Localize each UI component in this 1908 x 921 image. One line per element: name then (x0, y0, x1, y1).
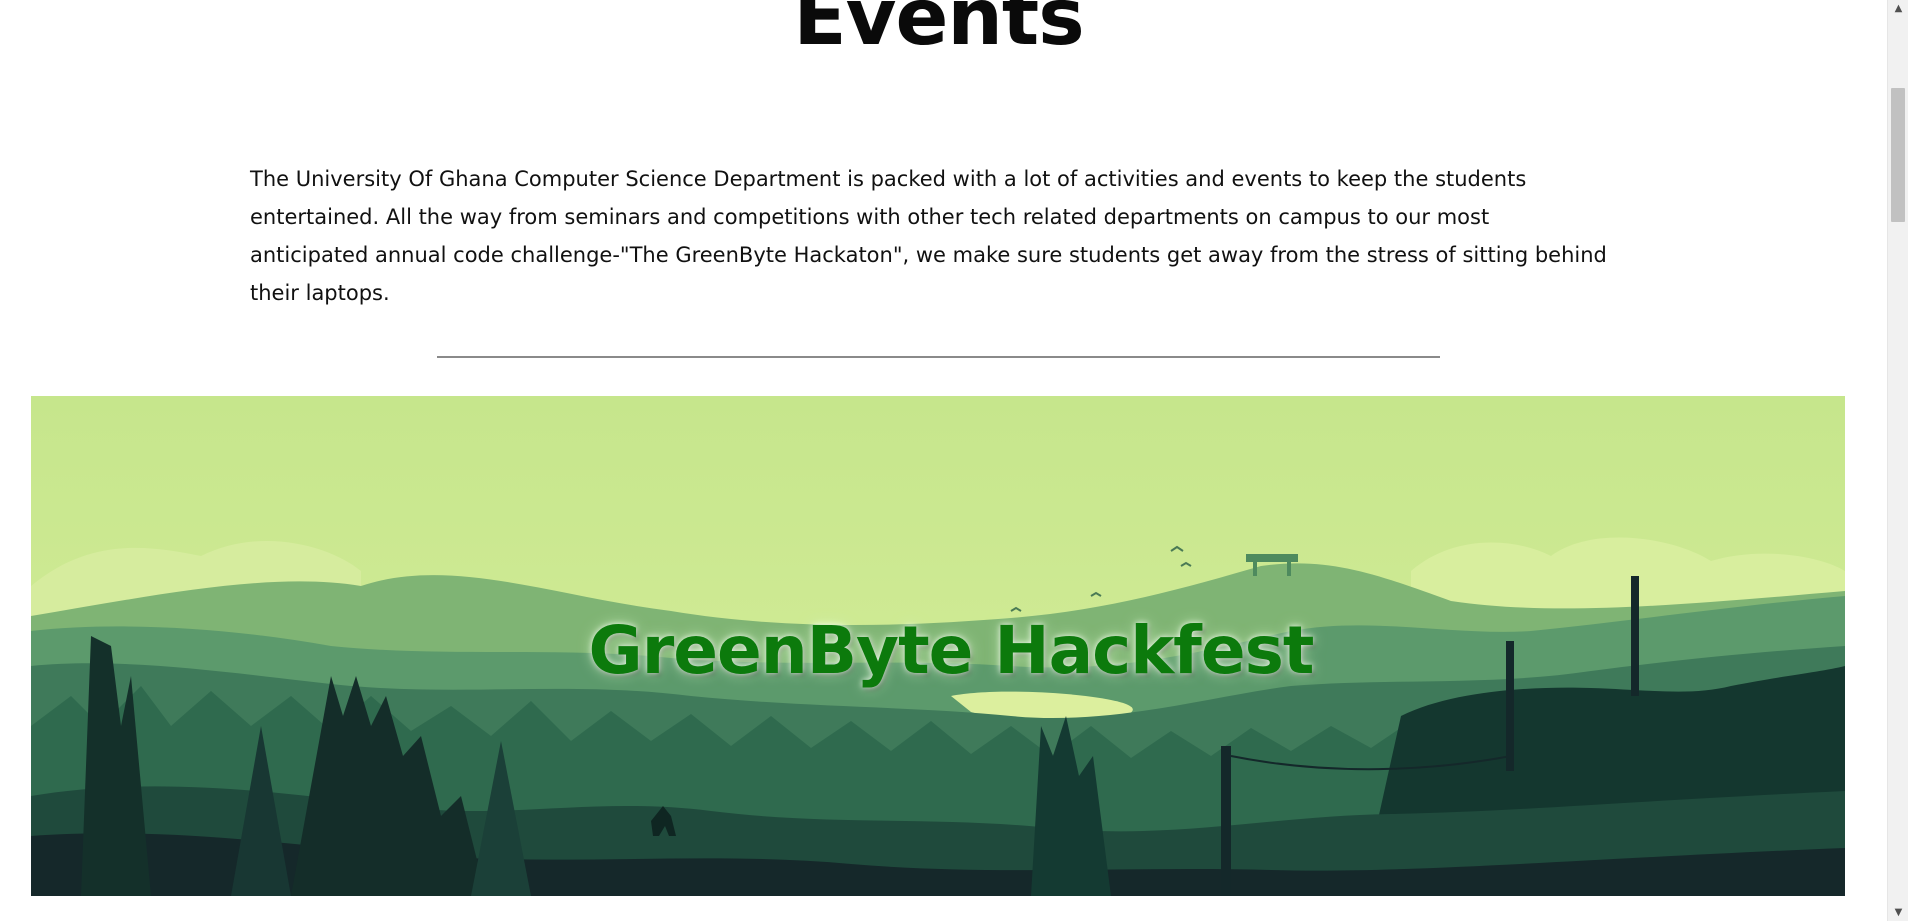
vertical-scrollbar[interactable]: ▲ ▼ (1887, 0, 1908, 921)
hackfest-banner[interactable]: GreenByte Hackfest (31, 396, 1845, 896)
page-title: Events (793, 0, 1084, 63)
events-intro-text: The University Of Ghana Computer Science… (250, 167, 1607, 305)
scrollbar-thumb[interactable] (1891, 88, 1905, 222)
page-content: Events The University Of Ghana Computer … (0, 0, 1887, 921)
scroll-up-arrow-icon[interactable]: ▲ (1888, 0, 1908, 17)
hackfest-title: GreenByte Hackfest (588, 612, 1315, 689)
scroll-down-arrow-icon[interactable]: ▼ (1888, 904, 1908, 921)
section-divider (437, 356, 1440, 358)
